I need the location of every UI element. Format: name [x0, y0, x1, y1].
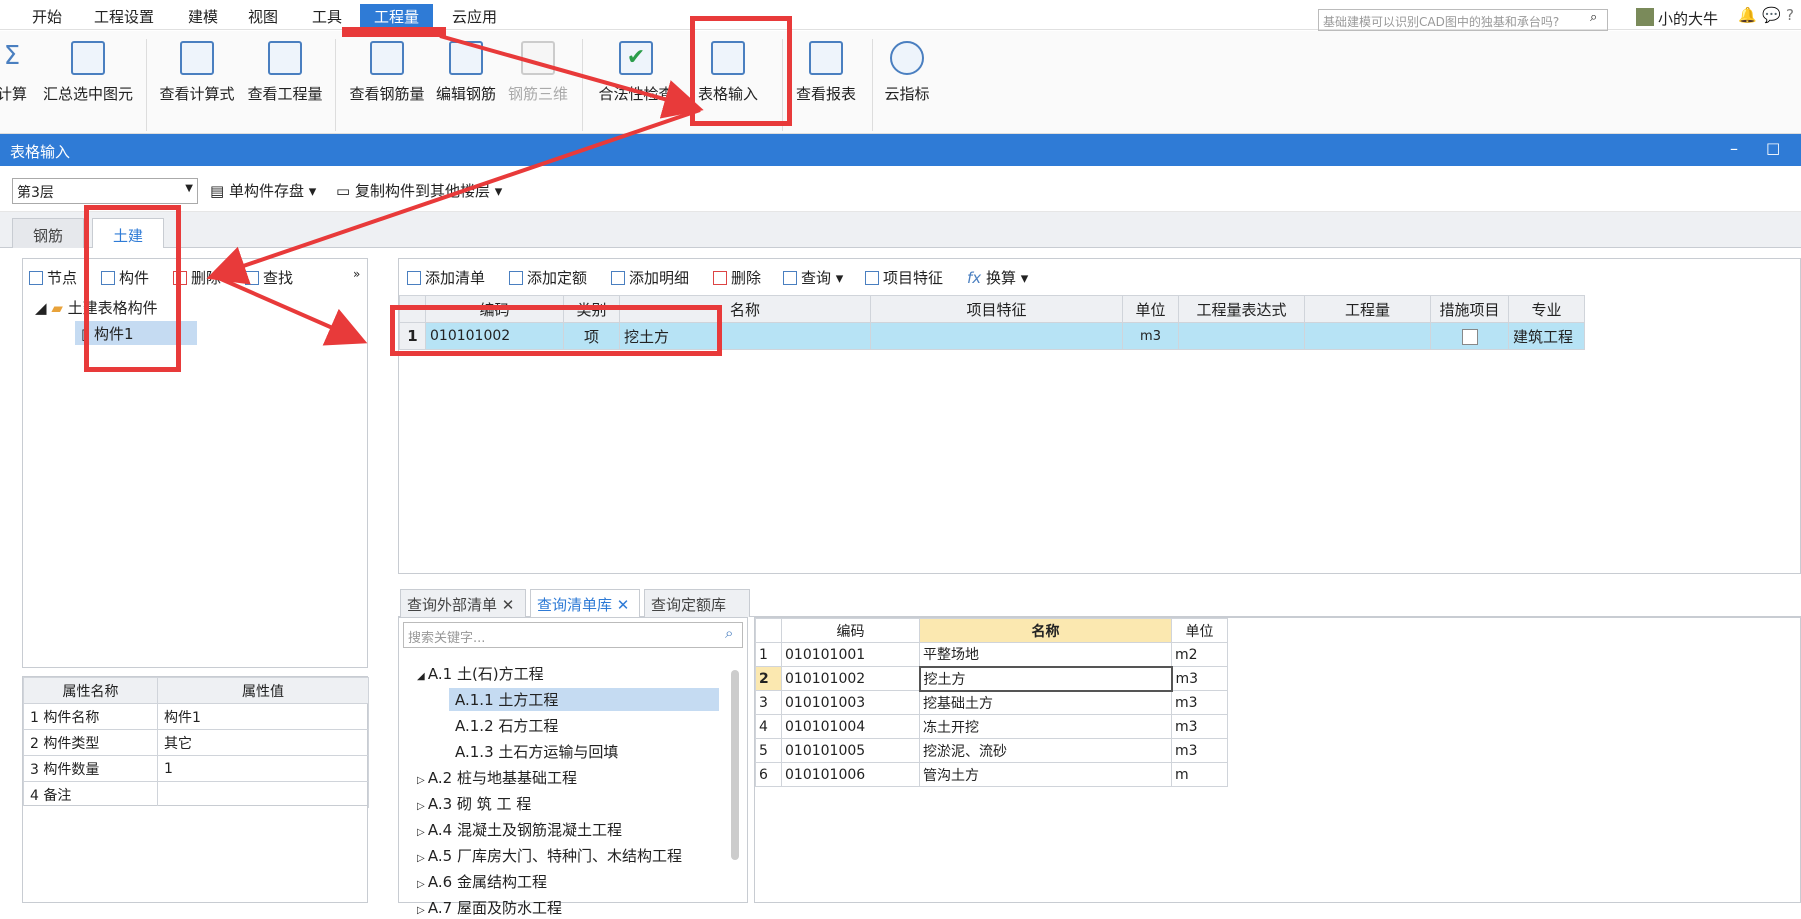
annotation-arrows — [206, 34, 704, 346]
arrow-to-bill-row — [213, 274, 368, 346]
arrow-to-civil-tab — [206, 108, 701, 285]
expand-arrow-icon[interactable]: ▷ — [417, 905, 428, 916]
arrow-to-table-input — [439, 34, 704, 119]
